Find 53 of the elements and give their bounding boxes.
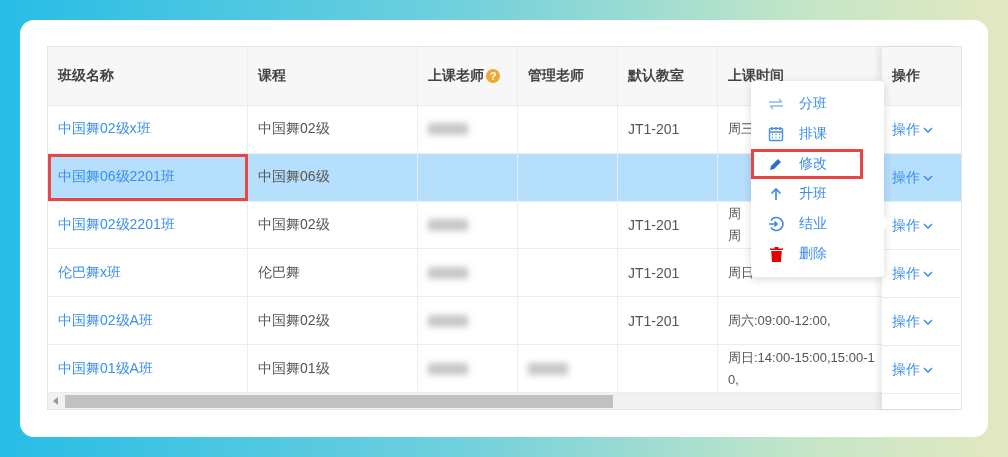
schedule-text: 周六:09:00-12:00, <box>728 311 831 330</box>
schedule-text: 周 周 <box>728 205 741 246</box>
table-cell: 中国舞02级 <box>248 201 418 249</box>
horizontal-scrollbar[interactable] <box>48 393 883 409</box>
table-cell: JT1-201 <box>618 201 718 249</box>
chevron-down-icon <box>923 318 934 325</box>
scrollbar-thumb[interactable] <box>65 394 613 408</box>
menu-item[interactable]: 升班 <box>751 179 884 209</box>
help-icon[interactable]: ? <box>486 68 500 83</box>
menu-item[interactable]: 分班 <box>751 89 884 119</box>
action-dropdown[interactable]: 操作 <box>892 312 934 331</box>
table-cell: JT1-201 <box>618 105 718 153</box>
trash-icon <box>769 246 783 262</box>
action-dropdown[interactable]: 操作 <box>892 264 934 283</box>
menu-item[interactable]: 修改 <box>751 149 863 179</box>
table-cell: JT1-201 <box>618 297 718 345</box>
column-header: 默认教室 <box>628 66 684 85</box>
table-cell: JT1-201 <box>618 249 718 297</box>
menu-item[interactable]: 结业 <box>751 209 884 239</box>
menu-item[interactable]: 排课 <box>751 119 884 149</box>
chevron-down-icon <box>923 222 934 229</box>
table-cell: 中国舞02级 <box>248 105 418 153</box>
column-header: 班级名称 <box>58 66 114 85</box>
class-name-link[interactable]: 中国舞02级A班 <box>58 311 153 330</box>
table-cell: 伦巴舞 <box>248 249 418 297</box>
table-cell: 中国舞01级 <box>248 345 418 393</box>
column-header: 上课时间 <box>728 66 784 85</box>
class-name-link[interactable]: 中国舞02级2201班 <box>58 216 175 235</box>
action-dropdown[interactable]: 操作 <box>892 216 934 235</box>
circle-arrow-icon <box>768 216 784 232</box>
action-dropdown[interactable]: 操作 <box>892 360 934 379</box>
scroll-left-icon[interactable] <box>53 397 59 406</box>
table-cell: 中国舞02级 <box>248 297 418 345</box>
class-name-link[interactable]: 伦巴舞x班 <box>58 263 121 282</box>
column-header: 操作 <box>892 67 921 85</box>
pencil-icon <box>769 157 783 171</box>
chevron-down-icon <box>923 270 934 277</box>
column-header: 上课老师 <box>428 66 484 85</box>
class-name-link[interactable]: 中国舞02级x班 <box>58 120 151 139</box>
chevron-down-icon <box>923 126 934 133</box>
calendar-icon <box>768 126 784 142</box>
up-arrow-icon <box>770 187 782 201</box>
class-name-link[interactable]: 中国舞01级A班 <box>58 359 153 378</box>
table-cell: 中国舞06级 <box>248 153 418 201</box>
menu-item[interactable]: 删除 <box>751 239 884 269</box>
class-name-link[interactable]: 中国舞06级2201班 <box>58 168 175 187</box>
column-header: 课程 <box>258 66 286 85</box>
schedule-text: 周日:14:00-15:00,15:00-1 0, <box>728 348 875 389</box>
action-dropdown[interactable]: 操作 <box>892 120 934 139</box>
chevron-down-icon <box>923 174 934 181</box>
column-header: 管理老师 <box>528 66 584 85</box>
swap-arrows-icon <box>768 98 784 110</box>
chevron-down-icon <box>923 366 934 373</box>
